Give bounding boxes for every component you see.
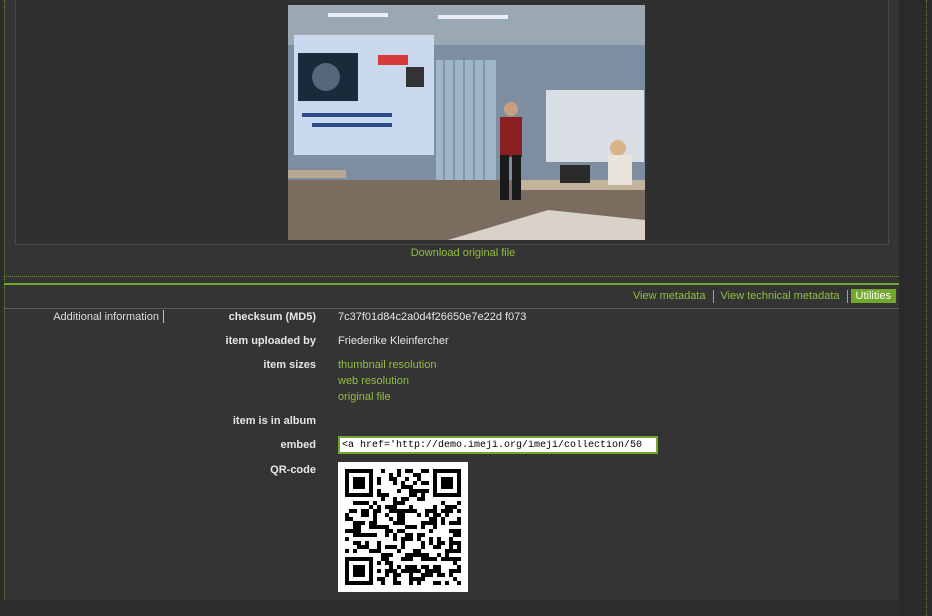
tab-view-technical-metadata[interactable]: View technical metadata: [714, 289, 847, 303]
additional-information-label: Additional information: [53, 311, 159, 323]
details-rule: [4, 308, 899, 309]
tab-separator: [846, 289, 848, 303]
image-frame: [15, 0, 889, 245]
item-image[interactable]: [288, 5, 645, 240]
tab-utilities[interactable]: Utilities: [850, 289, 896, 303]
checksum-label: checksum (MD5): [228, 311, 316, 323]
tab-view-metadata[interactable]: View metadata: [626, 289, 713, 303]
qr-code-label: QR-code: [270, 464, 316, 476]
qr-code-image: [345, 469, 461, 585]
metadata-tabs: View metadata View technical metadata Ut…: [626, 289, 896, 303]
section-divider: [4, 276, 899, 277]
qr-code: [338, 462, 468, 592]
item-sizes-label: item sizes: [263, 359, 316, 371]
thumbnail-resolution-link[interactable]: thumbnail resolution: [338, 359, 436, 371]
embed-code-field[interactable]: [338, 436, 658, 454]
download-original-link[interactable]: Download original file: [0, 247, 926, 259]
embed-label: embed: [280, 439, 316, 451]
tabs-rule: [4, 283, 899, 285]
web-resolution-link[interactable]: web resolution: [338, 375, 409, 387]
album-label: item is in album: [232, 415, 316, 427]
page-gutter: [899, 0, 932, 616]
uploader-label: item uploaded by: [225, 335, 316, 347]
checksum-value: 7c37f01d84c2a0d4f26650e7e22d f073: [338, 311, 527, 323]
uploader-value: Friederike Kleinfercher: [338, 335, 449, 347]
gutter-border: [926, 0, 927, 616]
original-file-link[interactable]: original file: [338, 391, 391, 403]
